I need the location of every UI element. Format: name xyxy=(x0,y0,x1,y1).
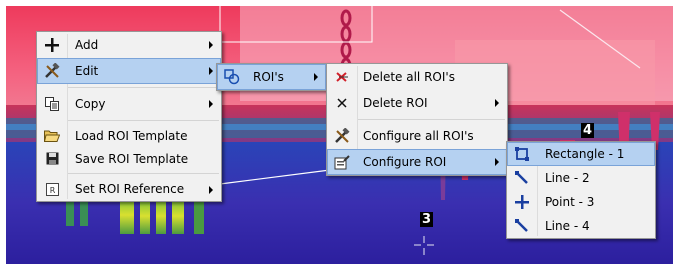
menu-item-configure-all-rois[interactable]: Configure all ROI's xyxy=(327,123,507,149)
menu-item-save-roi-template[interactable]: Save ROI Template xyxy=(37,147,221,170)
menu-item-line-2[interactable]: Line - 2 xyxy=(507,166,655,190)
menu-separator xyxy=(67,173,219,174)
tools-icon xyxy=(329,125,355,147)
menu-item-label: Edit xyxy=(75,64,99,78)
menu-item-copy[interactable]: Copy xyxy=(37,91,221,117)
edit-submenu: ROI's xyxy=(216,63,327,91)
submenu-arrow-icon xyxy=(209,67,213,75)
submenu-arrow-icon xyxy=(209,41,213,49)
menu-separator xyxy=(357,119,505,120)
menu-item-label: ROI's xyxy=(253,70,284,84)
menu-item-point-3[interactable]: Point - 3 xyxy=(507,190,655,214)
menu-item-line-4[interactable]: Line - 4 xyxy=(507,214,655,238)
menu-item-label: Add xyxy=(75,38,99,52)
menu-item-delete-all-rois[interactable]: Delete all ROI's xyxy=(327,64,507,90)
submenu-arrow-icon xyxy=(495,99,499,107)
folder-open-icon xyxy=(39,125,65,147)
menu-item-configure-roi[interactable]: Configure ROI xyxy=(327,149,507,175)
thermal-image-viewer[interactable]: 4 3 Add Edit Copy Load ROI Template Save… xyxy=(0,0,679,270)
tools-icon xyxy=(39,60,65,82)
menu-item-label: Load ROI Template xyxy=(75,128,188,143)
reference-icon: R xyxy=(39,178,65,200)
rois-submenu: Delete all ROI's Delete ROI Configure al… xyxy=(326,63,508,176)
menu-item-delete-roi[interactable]: Delete ROI xyxy=(327,90,507,116)
line-icon xyxy=(509,167,535,189)
menu-item-edit[interactable]: Edit xyxy=(37,58,221,84)
submenu-arrow-icon xyxy=(209,186,213,194)
copy-icon xyxy=(39,93,65,115)
configure-icon xyxy=(329,151,355,173)
menu-item-rectangle-1[interactable]: Rectangle - 1 xyxy=(507,142,655,166)
menu-item-label: Line - 4 xyxy=(545,219,590,233)
menu-separator xyxy=(67,120,219,121)
rectangle-icon xyxy=(509,143,535,165)
menu-item-label: Save ROI Template xyxy=(75,151,189,166)
menu-item-label: Delete ROI xyxy=(363,96,428,110)
menu-item-label: Configure all ROI's xyxy=(363,129,474,143)
menu-item-label: Delete all ROI's xyxy=(363,70,455,84)
delete-all-icon xyxy=(329,66,355,88)
menu-separator xyxy=(67,87,219,88)
menu-item-label: Set ROI Reference xyxy=(75,182,185,196)
submenu-arrow-icon xyxy=(314,73,318,81)
floppy-disk-icon xyxy=(39,148,65,170)
submenu-arrow-icon xyxy=(209,100,213,108)
roi-label-4: 4 xyxy=(581,123,595,138)
roi-shapes-icon xyxy=(219,66,245,88)
menu-item-add[interactable]: Add xyxy=(37,32,221,58)
delete-icon xyxy=(329,92,355,114)
plus-icon xyxy=(39,34,65,56)
svg-text:R: R xyxy=(49,186,55,195)
menu-item-load-roi-template[interactable]: Load ROI Template xyxy=(37,124,221,147)
configure-roi-submenu: Rectangle - 1 Line - 2 Point - 3 Line - … xyxy=(506,141,656,239)
menu-item-label: Rectangle - 1 xyxy=(545,147,625,161)
roi-label-3: 3 xyxy=(420,212,434,227)
menu-item-set-roi-reference[interactable]: R Set ROI Reference xyxy=(37,177,221,201)
submenu-arrow-icon xyxy=(495,158,499,166)
menu-item-label: Line - 2 xyxy=(545,171,590,185)
context-menu: Add Edit Copy Load ROI Template Save ROI… xyxy=(36,31,222,202)
point-icon xyxy=(509,191,535,213)
line-icon xyxy=(509,215,535,237)
menu-item-label: Configure ROI xyxy=(363,155,447,169)
menu-item-label: Point - 3 xyxy=(545,195,595,209)
menu-item-rois[interactable]: ROI's xyxy=(217,64,326,90)
menu-item-label: Copy xyxy=(75,97,106,111)
